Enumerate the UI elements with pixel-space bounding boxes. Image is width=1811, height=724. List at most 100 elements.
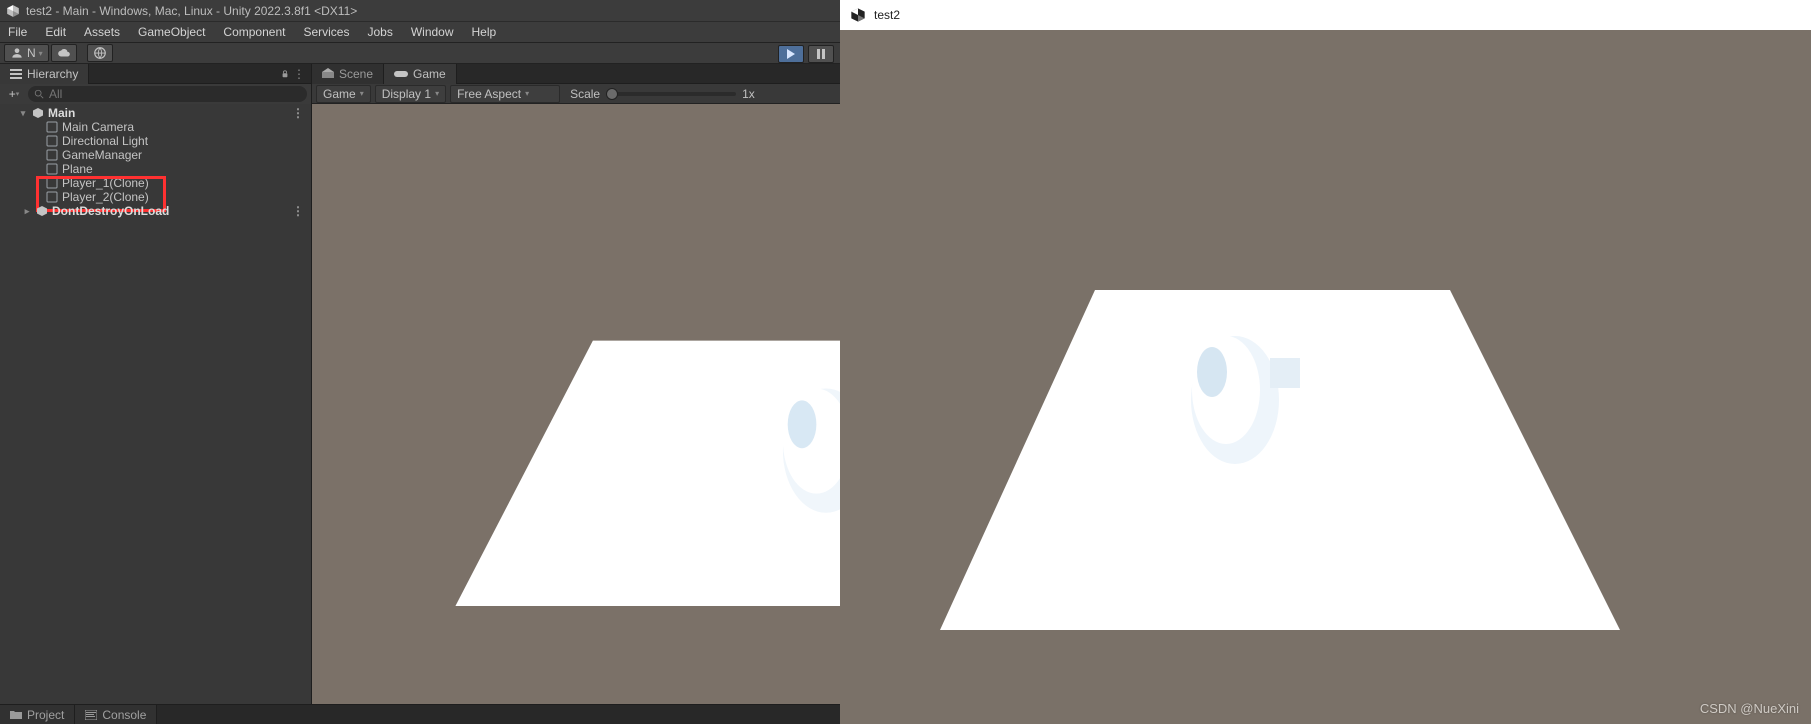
aspect-dropdown[interactable]: Free Aspect▾ bbox=[450, 85, 560, 103]
hierarchy-item-label: GameManager bbox=[62, 148, 142, 162]
hierarchy-item[interactable]: Directional Light bbox=[0, 134, 311, 148]
gameobject-icon bbox=[46, 191, 58, 203]
hierarchy-item-label: Directional Light bbox=[62, 134, 148, 148]
play-controls bbox=[778, 45, 836, 63]
menu-assets[interactable]: Assets bbox=[84, 25, 120, 39]
console-tab[interactable]: Console bbox=[75, 705, 157, 724]
hierarchy-item[interactable]: GameManager bbox=[0, 148, 311, 162]
folder-icon bbox=[10, 710, 22, 720]
hierarchy-panel: Hierarchy ⋮ +▾ bbox=[0, 64, 312, 704]
globe-icon bbox=[93, 46, 107, 60]
unity-scene-icon bbox=[32, 107, 44, 119]
hierarchy-tree[interactable]: ▾ Main ⋮ Main Camera Directional Light G… bbox=[0, 104, 311, 704]
hierarchy-item-label: Plane bbox=[62, 162, 93, 176]
watermark: CSDN @NueXini bbox=[1700, 701, 1799, 716]
project-tab-label: Project bbox=[27, 708, 64, 722]
game-toolbar: Game▾ Display 1▾ Free Aspect▾ Scale 1x bbox=[312, 84, 840, 104]
hierarchy-item[interactable]: Main Camera bbox=[0, 120, 311, 134]
display-dropdown[interactable]: Display 1▾ bbox=[375, 85, 446, 103]
aspect-dd-label: Free Aspect bbox=[457, 87, 521, 101]
unity-logo-icon bbox=[6, 4, 20, 18]
create-button[interactable]: +▾ bbox=[4, 87, 24, 101]
play-icon bbox=[786, 49, 796, 59]
scene-row[interactable]: ▾ Main ⋮ bbox=[0, 106, 311, 120]
game-view[interactable] bbox=[312, 104, 840, 704]
hierarchy-item-label: Main Camera bbox=[62, 120, 134, 134]
cloud-button[interactable] bbox=[51, 44, 77, 62]
scene-kebab[interactable]: ⋮ bbox=[292, 106, 305, 120]
hierarchy-item[interactable]: Player_2(Clone) bbox=[0, 190, 311, 204]
dont-destroy-label: DontDestroyOnLoad bbox=[52, 204, 169, 218]
scale-slider[interactable] bbox=[606, 92, 736, 96]
main-toolbar: N ▾ bbox=[0, 42, 840, 64]
game-tab-label: Game bbox=[413, 67, 446, 81]
bottom-tabs: Project Console bbox=[0, 704, 840, 724]
menu-window[interactable]: Window bbox=[411, 25, 454, 39]
store-button[interactable] bbox=[87, 44, 113, 62]
game-window-titlebar[interactable]: test2 bbox=[840, 0, 1811, 30]
scene-kebab[interactable]: ⋮ bbox=[292, 204, 305, 218]
scale-value: 1x bbox=[742, 87, 755, 101]
scene-label: Main bbox=[48, 106, 75, 120]
display-dd-label: Display 1 bbox=[382, 87, 431, 101]
window-title: test2 - Main - Windows, Mac, Linux - Uni… bbox=[26, 4, 357, 18]
unity-scene-icon bbox=[36, 205, 48, 217]
hierarchy-item-label: Player_1(Clone) bbox=[62, 176, 149, 190]
account-label: N bbox=[27, 46, 36, 60]
scene-icon bbox=[322, 68, 334, 80]
caret-icon[interactable]: ▾ bbox=[18, 108, 28, 119]
gameobject-icon bbox=[46, 163, 58, 175]
game-render-standalone bbox=[840, 30, 1811, 724]
hierarchy-item-label: Player_2(Clone) bbox=[62, 190, 149, 204]
pause-icon bbox=[816, 49, 826, 59]
unity-editor-window: test2 - Main - Windows, Mac, Linux - Uni… bbox=[0, 0, 840, 724]
menu-component[interactable]: Component bbox=[223, 25, 285, 39]
hierarchy-item[interactable]: Plane bbox=[0, 162, 311, 176]
hierarchy-tab-label: Hierarchy bbox=[27, 67, 78, 81]
gameobject-icon bbox=[46, 135, 58, 147]
dont-destroy-row[interactable]: ▸ DontDestroyOnLoad ⋮ bbox=[0, 204, 311, 218]
game-dropdown[interactable]: Game▾ bbox=[316, 85, 371, 103]
menu-edit[interactable]: Edit bbox=[45, 25, 66, 39]
panel-menu-button[interactable]: ⋮ bbox=[281, 68, 311, 80]
hierarchy-tab[interactable]: Hierarchy bbox=[0, 64, 89, 84]
hierarchy-item[interactable]: Player_1(Clone) bbox=[0, 176, 311, 190]
gamepad-icon bbox=[394, 69, 408, 79]
project-tab[interactable]: Project bbox=[0, 705, 75, 724]
menu-bar: File Edit Assets GameObject Component Se… bbox=[0, 22, 840, 42]
title-bar: test2 - Main - Windows, Mac, Linux - Uni… bbox=[0, 0, 840, 22]
search-icon bbox=[34, 89, 44, 99]
cloud-icon bbox=[57, 46, 71, 60]
game-dd-label: Game bbox=[323, 87, 356, 101]
menu-services[interactable]: Services bbox=[303, 25, 349, 39]
standalone-game-window: test2 CSDN @NueXini bbox=[840, 0, 1811, 724]
gameobject-icon bbox=[46, 149, 58, 161]
game-render bbox=[312, 104, 840, 704]
gameobject-icon bbox=[46, 177, 58, 189]
menu-file[interactable]: File bbox=[8, 25, 27, 39]
console-tab-label: Console bbox=[102, 708, 146, 722]
menu-gameobject[interactable]: GameObject bbox=[138, 25, 205, 39]
gameobject-icon bbox=[46, 121, 58, 133]
menu-help[interactable]: Help bbox=[472, 25, 497, 39]
play-button[interactable] bbox=[778, 45, 804, 63]
hierarchy-search[interactable] bbox=[28, 86, 307, 102]
pause-button[interactable] bbox=[808, 45, 834, 63]
scene-tab[interactable]: Scene bbox=[312, 64, 384, 84]
account-button[interactable]: N ▾ bbox=[4, 44, 49, 62]
unity-logo-icon bbox=[850, 7, 866, 23]
scene-tab-label: Scene bbox=[339, 67, 373, 81]
caret-icon[interactable]: ▸ bbox=[22, 206, 32, 217]
menu-jobs[interactable]: Jobs bbox=[367, 25, 392, 39]
hierarchy-search-input[interactable] bbox=[49, 87, 301, 101]
account-icon bbox=[10, 46, 24, 60]
hierarchy-icon bbox=[10, 68, 22, 80]
game-tab[interactable]: Game bbox=[384, 64, 457, 84]
view-area: Scene Game Game▾ Display 1▾ Free Aspect▾… bbox=[312, 64, 840, 704]
game-window-body[interactable] bbox=[840, 30, 1811, 724]
scale-thumb[interactable] bbox=[606, 88, 618, 100]
lock-icon bbox=[281, 69, 289, 79]
console-icon bbox=[85, 710, 97, 720]
game-window-title: test2 bbox=[874, 8, 900, 22]
scale-label: Scale bbox=[570, 87, 600, 101]
